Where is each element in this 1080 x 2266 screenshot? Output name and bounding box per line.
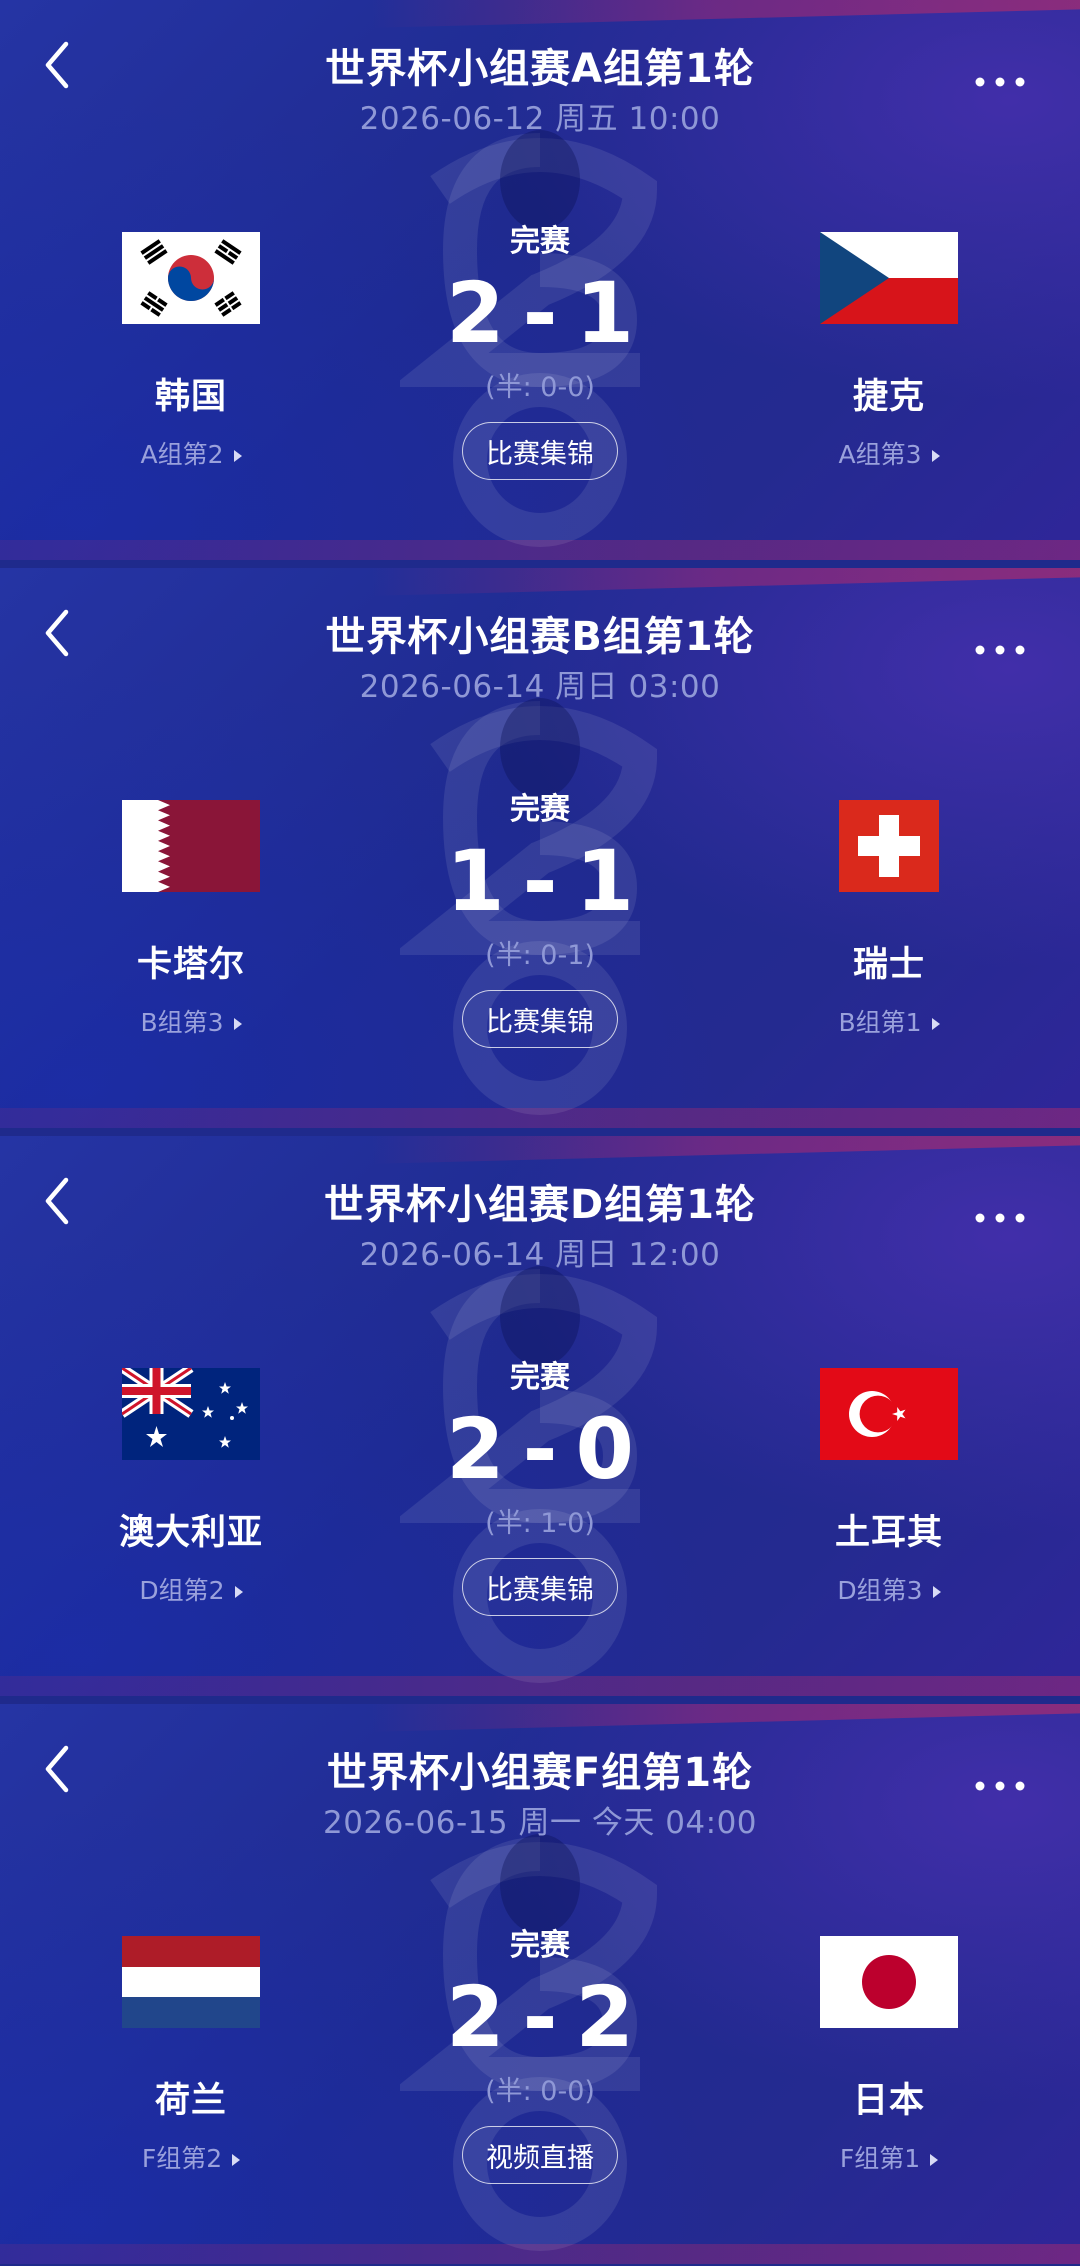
- match-title: 世界杯小组赛D组第1轮: [323, 1182, 757, 1228]
- group-rank-label: D组第3: [837, 1576, 923, 1605]
- score: 1-1: [0, 826, 1080, 936]
- match-card: 世界杯小组赛A组第1轮 2026-06-12 周五 10:00 韩国 A组第2 …: [0, 0, 1080, 560]
- away-team-group-rank[interactable]: A组第3: [789, 435, 989, 471]
- score-separator: -: [522, 1968, 558, 2066]
- match-datetime: 2026-06-15 周一 今天 04:00: [322, 1805, 758, 1841]
- halftime-score: (半: 0-0): [485, 2076, 595, 2107]
- live-video-button[interactable]: 视频直播: [462, 2126, 618, 2184]
- home-team-group-rank[interactable]: F组第2: [91, 2139, 291, 2175]
- score: 2-2: [0, 1962, 1080, 2072]
- away-team-group-rank[interactable]: B组第1: [789, 1003, 989, 1039]
- home-team-group-rank[interactable]: B组第3: [91, 1003, 291, 1039]
- group-rank-label: F组第2: [141, 2144, 223, 2173]
- group-rank-label: F组第1: [839, 2144, 921, 2173]
- group-rank-label: B组第1: [838, 1008, 922, 1037]
- decor-stripe: [369, 568, 1080, 596]
- away-score: 2: [575, 1968, 634, 2066]
- group-rank-label: D组第2: [139, 1576, 225, 1605]
- match-status: 完赛: [510, 1928, 570, 1963]
- group-rank-label: B组第3: [140, 1008, 224, 1037]
- group-rank-label: A组第3: [838, 440, 922, 469]
- match-title: 世界杯小组赛B组第1轮: [325, 614, 755, 660]
- match-card: 世界杯小组赛D组第1轮 2026-06-14 周日 12:00 澳大利亚 D组第…: [0, 1136, 1080, 1696]
- away-score: 1: [575, 264, 634, 362]
- highlights-button[interactable]: 比赛集锦: [462, 990, 618, 1048]
- score: 2-0: [0, 1394, 1080, 1504]
- match-status: 完赛: [510, 792, 570, 827]
- match-status: 完赛: [510, 1360, 570, 1395]
- home-score: 1: [446, 832, 505, 930]
- away-score: 0: [575, 1400, 634, 1498]
- home-score: 2: [446, 1400, 505, 1498]
- home-score: 2: [446, 264, 505, 362]
- home-team-group-rank[interactable]: D组第2: [91, 1571, 291, 1607]
- score-separator: -: [522, 264, 558, 362]
- decor-stripe: [369, 1704, 1080, 1732]
- triangle-right-icon: [233, 450, 242, 462]
- highlights-button[interactable]: 比赛集锦: [462, 422, 618, 480]
- triangle-right-icon: [234, 1586, 243, 1598]
- decor-stripe: [369, 1136, 1080, 1164]
- halftime-score: (半: 0-1): [485, 940, 595, 971]
- halftime-score: (半: 0-0): [485, 372, 595, 403]
- away-score: 1: [575, 832, 634, 930]
- match-datetime: 2026-06-14 周日 03:00: [359, 669, 721, 705]
- halftime-score: (半: 1-0): [485, 1508, 595, 1539]
- away-team-group-rank[interactable]: F组第1: [789, 2139, 989, 2175]
- away-team-group-rank[interactable]: D组第3: [789, 1571, 989, 1607]
- decor-stripe: [369, 0, 1080, 28]
- match-card: 世界杯小组赛B组第1轮 2026-06-14 周日 03:00 卡塔尔 B组第3…: [0, 568, 1080, 1128]
- match-datetime: 2026-06-12 周五 10:00: [359, 101, 721, 137]
- match-title: 世界杯小组赛A组第1轮: [325, 46, 755, 92]
- home-team-group-rank[interactable]: A组第2: [91, 435, 291, 471]
- match-title: 世界杯小组赛F组第1轮: [326, 1750, 754, 1796]
- triangle-right-icon: [931, 450, 940, 462]
- match-status: 完赛: [510, 224, 570, 259]
- triangle-right-icon: [932, 1586, 941, 1598]
- score-separator: -: [522, 1400, 558, 1498]
- match-datetime: 2026-06-14 周日 12:00: [359, 1237, 721, 1273]
- score: 2-1: [0, 258, 1080, 368]
- group-rank-label: A组第2: [140, 440, 224, 469]
- score-separator: -: [522, 832, 558, 930]
- highlights-button[interactable]: 比赛集锦: [462, 1558, 618, 1616]
- triangle-right-icon: [232, 2154, 241, 2166]
- triangle-right-icon: [233, 1018, 242, 1030]
- home-score: 2: [446, 1968, 505, 2066]
- triangle-right-icon: [930, 2154, 939, 2166]
- match-card: 世界杯小组赛F组第1轮 2026-06-15 周一 今天 04:00 荷兰 F组…: [0, 1704, 1080, 2264]
- triangle-right-icon: [931, 1018, 940, 1030]
